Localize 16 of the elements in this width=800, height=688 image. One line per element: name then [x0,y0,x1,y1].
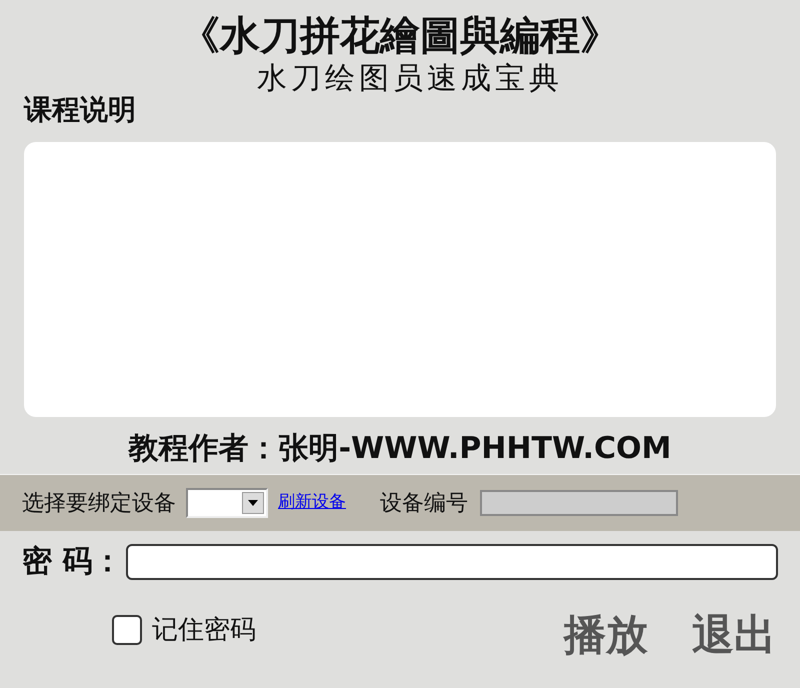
refresh-link[interactable]: 刷新设备 [278,490,346,516]
serial-field[interactable] [480,490,678,516]
serial-label: 设备编号 [380,490,468,518]
app-title: 《水刀拼花繪圖與編程》 [180,12,620,60]
section-heading: 课程说明 [24,92,137,128]
device-select-label: 选择要绑定设备 [22,490,176,518]
app-subtitle: 水刀绘图员速成宝典 [257,60,563,98]
author-credit: 教程作者：张明-WWW.PHHTW.COM [128,430,672,468]
remember-label: 记住密码 [152,614,256,646]
exit-button[interactable]: 退出 [692,610,776,660]
play-button[interactable]: 播放 [564,610,648,660]
remember-checkbox[interactable] [112,615,142,645]
caret-icon [248,500,258,506]
device-dropdown[interactable] [186,488,268,518]
password-field[interactable] [126,544,778,580]
password-label: 密 码： [22,543,122,581]
